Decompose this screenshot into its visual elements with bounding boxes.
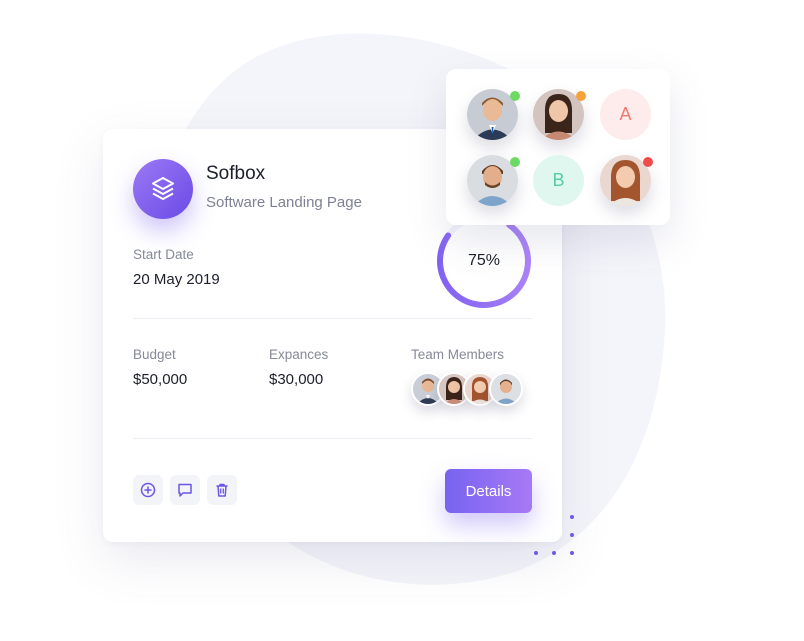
- layers-icon: [152, 177, 174, 200]
- expenses-label: Expances: [269, 347, 329, 362]
- team-member-avatar[interactable]: [467, 155, 520, 206]
- delete-button[interactable]: [207, 475, 237, 505]
- budget-value: $50,000: [133, 371, 188, 388]
- team-avatar-stack[interactable]: [411, 372, 523, 408]
- team-member-initial-a[interactable]: A: [600, 89, 651, 140]
- team-member-avatar[interactable]: [533, 89, 586, 140]
- divider: [133, 318, 532, 319]
- add-circle-icon: [140, 482, 156, 498]
- trash-icon: [216, 483, 228, 497]
- status-dot-online: [510, 157, 520, 167]
- project-subtitle: Software Landing Page: [206, 194, 362, 211]
- team-members-panel: A B: [446, 69, 670, 225]
- comment-button[interactable]: [170, 475, 200, 505]
- start-date-label: Start Date: [133, 247, 194, 262]
- team-member-avatar[interactable]: [467, 89, 520, 140]
- expenses-value: $30,000: [269, 371, 324, 388]
- status-dot-busy: [643, 157, 653, 167]
- budget-label: Budget: [133, 347, 176, 362]
- project-logo: [133, 159, 193, 219]
- team-members-label: Team Members: [411, 347, 505, 362]
- details-button[interactable]: Details: [445, 469, 532, 513]
- avatar[interactable]: [489, 372, 523, 406]
- start-date-value: 20 May 2019: [133, 271, 220, 288]
- status-dot-online: [510, 91, 520, 101]
- divider: [133, 438, 532, 439]
- comment-icon: [178, 483, 192, 497]
- team-member-initial-b[interactable]: B: [533, 155, 584, 206]
- team-member-avatar[interactable]: [600, 155, 653, 206]
- status-dot-away: [576, 91, 586, 101]
- progress-percent: 75%: [467, 252, 501, 269]
- project-title: Sofbox: [206, 163, 266, 184]
- add-button[interactable]: [133, 475, 163, 505]
